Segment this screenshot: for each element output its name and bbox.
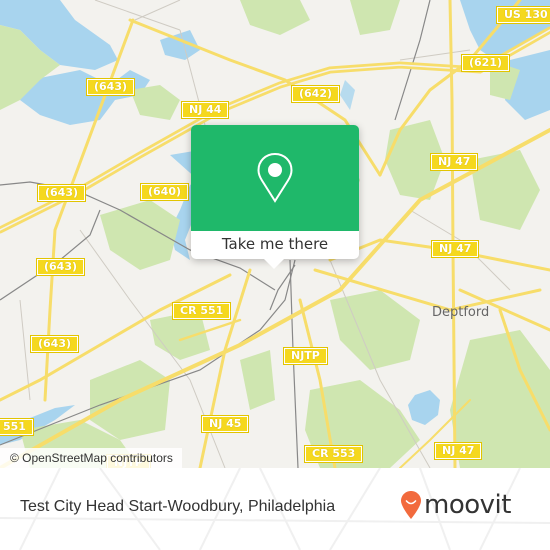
route-shield-nj-47: NJ 47 bbox=[430, 240, 480, 258]
route-shield-643: (643) bbox=[35, 258, 86, 276]
location-title: Test City Head Start-Woodbury, Philadelp… bbox=[20, 498, 336, 515]
route-shield-643: (643) bbox=[36, 184, 87, 202]
route-shield-nj-44: NJ 44 bbox=[180, 101, 230, 119]
route-shield-njtp: NJTP bbox=[283, 347, 328, 365]
route-shield-nj-47: NJ 47 bbox=[433, 442, 483, 460]
footer-bar: Test City Head Start-Woodbury, Philadelp… bbox=[0, 468, 550, 550]
route-shield-621: (621) bbox=[460, 54, 511, 72]
moovit-wordmark: moovit bbox=[424, 490, 511, 520]
take-me-there-label: Take me there bbox=[221, 235, 329, 253]
route-shield-nj-47: NJ 47 bbox=[429, 153, 479, 171]
route-shield-643: (643) bbox=[85, 78, 136, 96]
moovit-pin-icon bbox=[401, 491, 421, 519]
route-shield-us-130: US 130 bbox=[496, 6, 550, 24]
route-shield-cr-551: CR 551 bbox=[171, 302, 232, 320]
popup-tail bbox=[263, 258, 285, 269]
route-shield-642: (642) bbox=[290, 85, 341, 103]
map-attribution[interactable]: © OpenStreetMap contributors bbox=[0, 448, 182, 468]
map-pin-icon bbox=[257, 152, 293, 203]
moovit-logo[interactable]: moovit bbox=[400, 490, 511, 520]
route-shield-640: (640) bbox=[139, 183, 190, 201]
place-label-deptford: Deptford bbox=[432, 305, 490, 320]
take-me-there-button[interactable]: Take me there bbox=[191, 125, 359, 269]
route-shield-cr-553: CR 553 bbox=[303, 445, 364, 463]
route-shield-nj-45: NJ 45 bbox=[200, 415, 250, 433]
map-view[interactable]: US 130 (621) (643) NJ 44 (642) NJ 47 (64… bbox=[0, 0, 550, 468]
route-shield-643: (643) bbox=[29, 335, 80, 353]
route-shield-551: 551 bbox=[0, 418, 34, 436]
popup-header bbox=[191, 125, 359, 231]
